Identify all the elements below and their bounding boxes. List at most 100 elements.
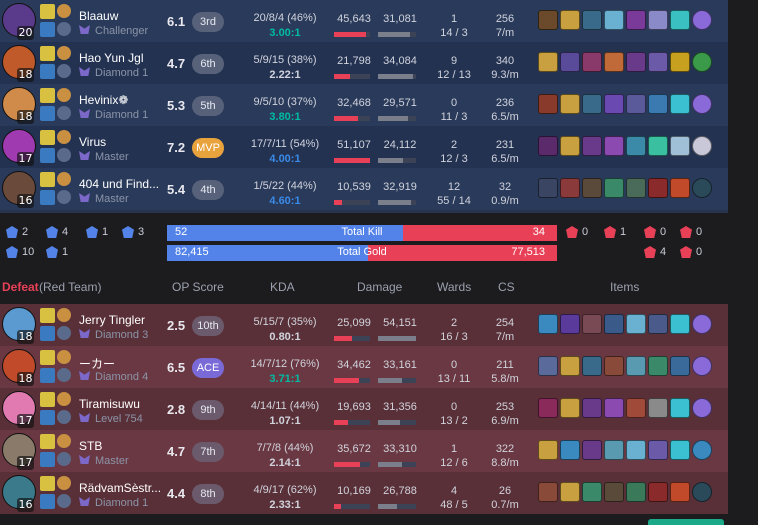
item-icon[interactable] bbox=[626, 178, 646, 198]
summoner-spell-icon[interactable] bbox=[40, 410, 55, 425]
trinket-icon[interactable] bbox=[692, 398, 712, 418]
item-icon[interactable] bbox=[670, 136, 690, 156]
player-row[interactable]: 20 Blaauw Challenger 6.1 3rd 20/8/4 (46%) 3.00… bbox=[0, 0, 728, 42]
summoner-name[interactable]: Hevinix❁ bbox=[79, 93, 161, 107]
player-row[interactable]: 16 404 und Find... Master 5.4 4th 1/5/22 (44%… bbox=[0, 168, 728, 210]
item-icon[interactable] bbox=[648, 52, 668, 72]
trinket-icon[interactable] bbox=[692, 314, 712, 334]
keystone-rune-icon[interactable] bbox=[57, 172, 71, 186]
summoner-spell-icon[interactable] bbox=[40, 64, 55, 79]
summoner-name[interactable]: Virus bbox=[79, 135, 161, 149]
item-icon[interactable] bbox=[604, 10, 624, 30]
summoner-spell-icon[interactable] bbox=[40, 106, 55, 121]
item-icon[interactable] bbox=[670, 356, 690, 376]
item-icon[interactable] bbox=[560, 52, 580, 72]
flash-spell-icon[interactable] bbox=[40, 88, 55, 103]
player-row[interactable]: 18 Hevinix❁ Diamond 1 5.3 5th 9/5/10 (37%) 3.8… bbox=[0, 84, 728, 126]
item-icon[interactable] bbox=[604, 398, 624, 418]
item-icon[interactable] bbox=[604, 314, 624, 334]
keystone-rune-icon[interactable] bbox=[57, 130, 71, 144]
item-icon[interactable] bbox=[648, 94, 668, 114]
item-icon[interactable] bbox=[560, 136, 580, 156]
trinket-icon[interactable] bbox=[692, 94, 712, 114]
secondary-rune-icon[interactable] bbox=[57, 494, 71, 508]
flash-spell-icon[interactable] bbox=[40, 46, 55, 61]
summoner-name[interactable]: Jerry Tingler bbox=[79, 313, 161, 327]
item-icon[interactable] bbox=[582, 314, 602, 334]
summoner-name[interactable]: Hao Yun Jgl bbox=[79, 51, 161, 65]
item-icon[interactable] bbox=[582, 398, 602, 418]
keystone-rune-icon[interactable] bbox=[57, 46, 71, 60]
summoner-spell-icon[interactable] bbox=[40, 22, 55, 37]
item-icon[interactable] bbox=[560, 356, 580, 376]
flash-spell-icon[interactable] bbox=[40, 350, 55, 365]
player-row[interactable]: 17 Tiramisuwu Level 754 2.8 9th 4/14/11 (44%)… bbox=[0, 388, 728, 430]
item-icon[interactable] bbox=[538, 482, 558, 502]
item-icon[interactable] bbox=[670, 440, 690, 460]
player-row[interactable]: 17 STB Master 4.7 7th 7/7/8 (44%) 2.14:1 35,672… bbox=[0, 430, 728, 472]
item-icon[interactable] bbox=[626, 398, 646, 418]
flash-spell-icon[interactable] bbox=[40, 308, 55, 323]
item-icon[interactable] bbox=[560, 178, 580, 198]
item-icon[interactable] bbox=[604, 178, 624, 198]
trinket-icon[interactable] bbox=[692, 178, 712, 198]
trinket-icon[interactable] bbox=[692, 356, 712, 376]
summoner-spell-icon[interactable] bbox=[40, 452, 55, 467]
item-icon[interactable] bbox=[582, 52, 602, 72]
flash-spell-icon[interactable] bbox=[40, 4, 55, 19]
secondary-rune-icon[interactable] bbox=[57, 148, 71, 162]
flash-spell-icon[interactable] bbox=[40, 392, 55, 407]
scrollbar[interactable] bbox=[736, 0, 758, 525]
item-icon[interactable] bbox=[538, 136, 558, 156]
item-icon[interactable] bbox=[648, 10, 668, 30]
item-icon[interactable] bbox=[538, 10, 558, 30]
summoner-spell-icon[interactable] bbox=[40, 190, 55, 205]
player-row[interactable]: 18 ーカー Diamond 4 6.5 ACE 14/7/12 (76%) 3.71:1 3… bbox=[0, 346, 728, 388]
item-icon[interactable] bbox=[582, 356, 602, 376]
item-icon[interactable] bbox=[538, 314, 558, 334]
keystone-rune-icon[interactable] bbox=[57, 88, 71, 102]
trinket-icon[interactable] bbox=[692, 136, 712, 156]
flash-spell-icon[interactable] bbox=[40, 434, 55, 449]
item-icon[interactable] bbox=[538, 52, 558, 72]
item-icon[interactable] bbox=[560, 314, 580, 334]
item-icon[interactable] bbox=[604, 356, 624, 376]
item-icon[interactable] bbox=[648, 440, 668, 460]
item-icon[interactable] bbox=[648, 398, 668, 418]
keystone-rune-icon[interactable] bbox=[57, 434, 71, 448]
item-icon[interactable] bbox=[670, 314, 690, 334]
summoner-name[interactable]: Tiramisuwu bbox=[79, 397, 161, 411]
item-icon[interactable] bbox=[670, 178, 690, 198]
item-icon[interactable] bbox=[670, 94, 690, 114]
item-icon[interactable] bbox=[648, 356, 668, 376]
secondary-rune-icon[interactable] bbox=[57, 326, 71, 340]
item-icon[interactable] bbox=[626, 10, 646, 30]
trinket-icon[interactable] bbox=[692, 10, 712, 30]
summoner-spell-icon[interactable] bbox=[40, 494, 55, 509]
item-icon[interactable] bbox=[670, 52, 690, 72]
item-icon[interactable] bbox=[604, 482, 624, 502]
item-icon[interactable] bbox=[538, 398, 558, 418]
item-icon[interactable] bbox=[538, 94, 558, 114]
keystone-rune-icon[interactable] bbox=[57, 392, 71, 406]
keystone-rune-icon[interactable] bbox=[57, 308, 71, 322]
item-icon[interactable] bbox=[626, 136, 646, 156]
item-icon[interactable] bbox=[626, 482, 646, 502]
summoner-name[interactable]: STB bbox=[79, 439, 161, 453]
item-icon[interactable] bbox=[560, 10, 580, 30]
item-icon[interactable] bbox=[626, 440, 646, 460]
item-icon[interactable] bbox=[604, 94, 624, 114]
trinket-icon[interactable] bbox=[692, 52, 712, 72]
player-row[interactable]: 16 RädvamSèstr... Diamond 1 4.4 8th 4/9/17 (6… bbox=[0, 472, 728, 514]
item-icon[interactable] bbox=[582, 440, 602, 460]
summoner-name[interactable]: Blaauw bbox=[79, 9, 161, 23]
item-icon[interactable] bbox=[582, 94, 602, 114]
item-icon[interactable] bbox=[670, 398, 690, 418]
summoner-name[interactable]: RädvamSèstr... bbox=[79, 481, 161, 495]
summoner-spell-icon[interactable] bbox=[40, 368, 55, 383]
secondary-rune-icon[interactable] bbox=[57, 22, 71, 36]
action-button[interactable] bbox=[648, 519, 724, 525]
item-icon[interactable] bbox=[648, 178, 668, 198]
item-icon[interactable] bbox=[670, 482, 690, 502]
item-icon[interactable] bbox=[538, 440, 558, 460]
